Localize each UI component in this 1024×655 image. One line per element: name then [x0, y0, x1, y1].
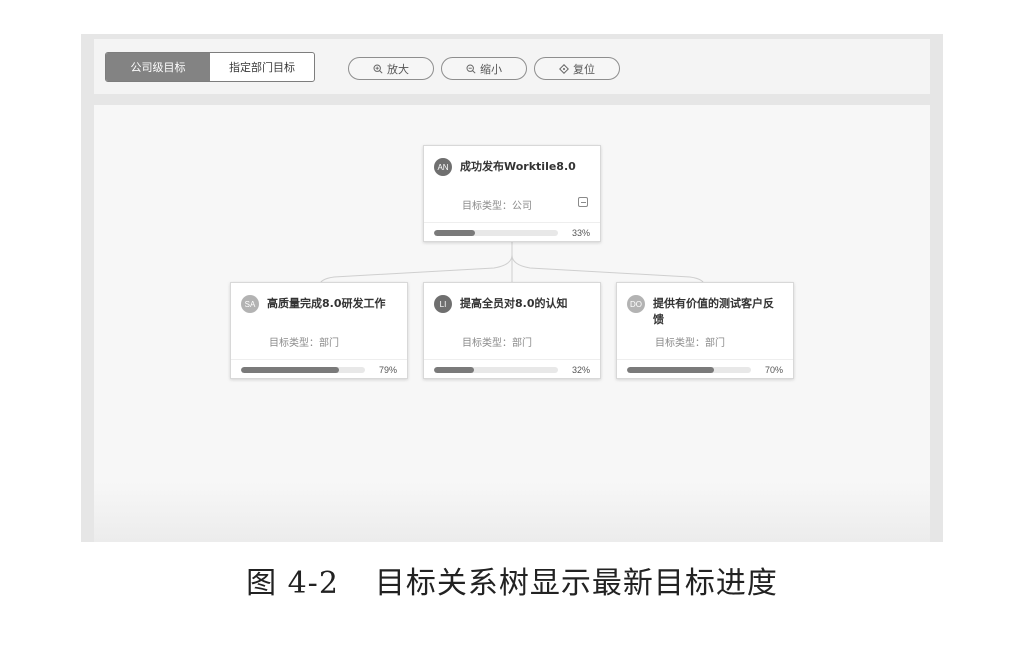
progress-bar [434, 367, 558, 373]
goal-type: 目标类型：部门 [462, 338, 532, 349]
progress-fill [434, 230, 475, 236]
card-header: DO 提供有价值的测试客户反馈 [627, 295, 783, 328]
toolbar: 公司级目标 指定部门目标 放大 缩小 复位 [94, 39, 930, 94]
progress-bar [627, 367, 751, 373]
goal-title: 提高全员对8.0的认知 [460, 297, 568, 310]
crosshair-icon [559, 63, 569, 74]
avatar: DO [627, 295, 645, 313]
figure-title: 目标关系树显示最新目标进度 [374, 566, 778, 601]
connector-line [511, 242, 705, 286]
progress-percent: 32% [571, 365, 590, 375]
zoom-in-icon [373, 63, 383, 74]
progress-bar [241, 367, 365, 373]
tab-company-goals[interactable]: 公司级目标 [106, 53, 210, 81]
zoom-out-icon [466, 63, 476, 74]
divider [231, 359, 407, 360]
avatar: LI [434, 295, 452, 313]
divider [424, 222, 600, 223]
goal-title: 提供有价值的测试客户反馈 [653, 297, 774, 326]
goal-tree-canvas[interactable]: AN 成功发布Worktile8.0 目标类型：公司 33% SA 高质量完成8… [94, 105, 930, 542]
goal-title: 高质量完成8.0研发工作 [267, 297, 386, 310]
zoom-in-button[interactable]: 放大 [348, 57, 434, 80]
goal-card-root[interactable]: AN 成功发布Worktile8.0 目标类型：公司 33% [423, 145, 601, 242]
divider [617, 359, 793, 360]
collapse-icon[interactable] [578, 197, 588, 207]
goal-title: 成功发布Worktile8.0 [460, 160, 576, 173]
progress-bar [434, 230, 558, 236]
goal-type: 目标类型：部门 [269, 338, 339, 349]
zoom-out-button[interactable]: 缩小 [441, 57, 527, 80]
view-switch: 公司级目标 指定部门目标 [105, 52, 315, 82]
figure-caption: 图 4-2 目标关系树显示最新目标进度 [0, 558, 1024, 602]
canvas-fade [94, 482, 930, 542]
avatar: SA [241, 295, 259, 313]
progress-fill [627, 367, 714, 373]
progress-percent: 70% [764, 365, 783, 375]
goal-type: 目标类型：公司 [462, 201, 532, 212]
tab-department-goals[interactable]: 指定部门目标 [210, 53, 314, 81]
zoom-out-label: 缩小 [480, 62, 502, 76]
goal-card-child[interactable]: DO 提供有价值的测试客户反馈 目标类型：部门 70% [616, 282, 794, 379]
card-header: AN 成功发布Worktile8.0 [434, 158, 590, 176]
progress-fill [434, 367, 474, 373]
goal-card-child[interactable]: LI 提高全员对8.0的认知 目标类型：部门 32% [423, 282, 601, 379]
connector-line [319, 242, 513, 286]
reset-button[interactable]: 复位 [534, 57, 620, 80]
progress-percent: 79% [378, 365, 397, 375]
app-frame: 公司级目标 指定部门目标 放大 缩小 复位 AN 成功发布Worktile8.0… [81, 34, 943, 542]
avatar: AN [434, 158, 452, 176]
figure-number: 图 4-2 [246, 566, 339, 601]
goal-type: 目标类型：部门 [655, 338, 725, 349]
divider [424, 359, 600, 360]
card-header: SA 高质量完成8.0研发工作 [241, 295, 397, 313]
reset-label: 复位 [573, 62, 595, 76]
progress-fill [241, 367, 339, 373]
card-header: LI 提高全员对8.0的认知 [434, 295, 590, 313]
goal-card-child[interactable]: SA 高质量完成8.0研发工作 目标类型：部门 79% [230, 282, 408, 379]
progress-percent: 33% [571, 228, 590, 238]
zoom-in-label: 放大 [387, 62, 409, 76]
